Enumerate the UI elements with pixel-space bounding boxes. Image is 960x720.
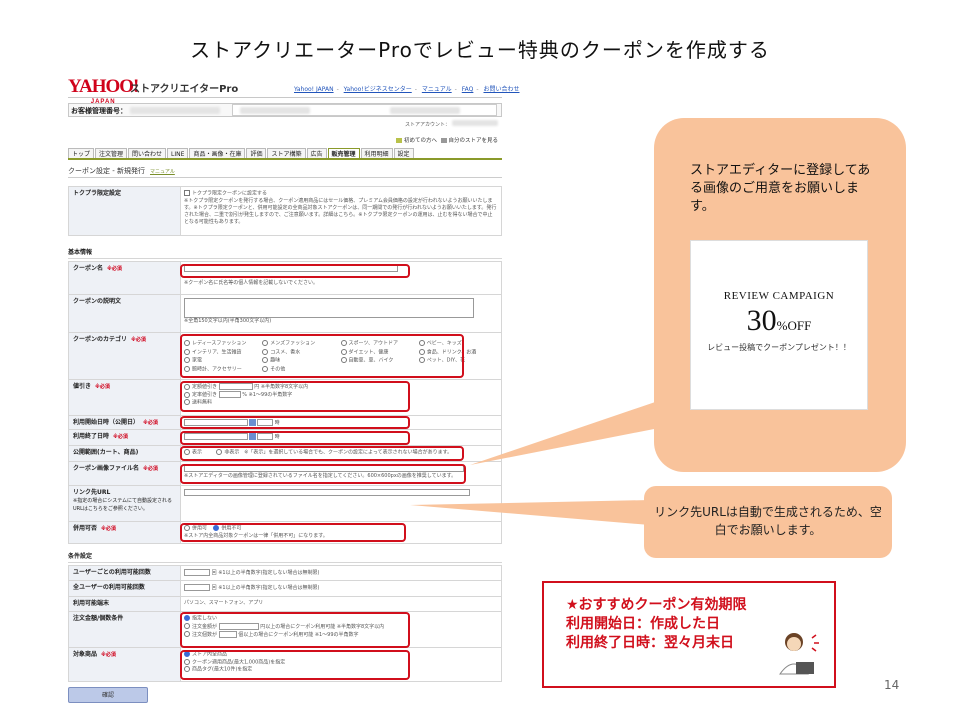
tip-end: 利用終了日時：翌々月末日 [566,635,734,651]
tip-heading: ★おすすめクーポン有効期限 [566,597,747,613]
tip-start: 利用開始日：作成した日 [566,616,720,632]
tip-text: ★おすすめクーポン有効期限 利用開始日：作成した日 利用終了日時：翌々月末日 [566,596,747,653]
sample-subtitle: レビュー投稿でクーポンプレゼント！！ [707,343,851,352]
url-callout-text: リンク先URLは自動で生成されるため、空白でお願いします。 [654,505,882,537]
person-laptop-illustration [779,633,819,675]
sample-percent: 30%OFF [746,304,812,337]
page-number: 14 [884,678,900,692]
url-callout-pointer [410,500,650,525]
sample-title: REVIEW CAMPAIGN [723,290,835,302]
editor-callout-text: ストアエディターに登録してある画像のご用意をお願いします。 [690,163,871,214]
